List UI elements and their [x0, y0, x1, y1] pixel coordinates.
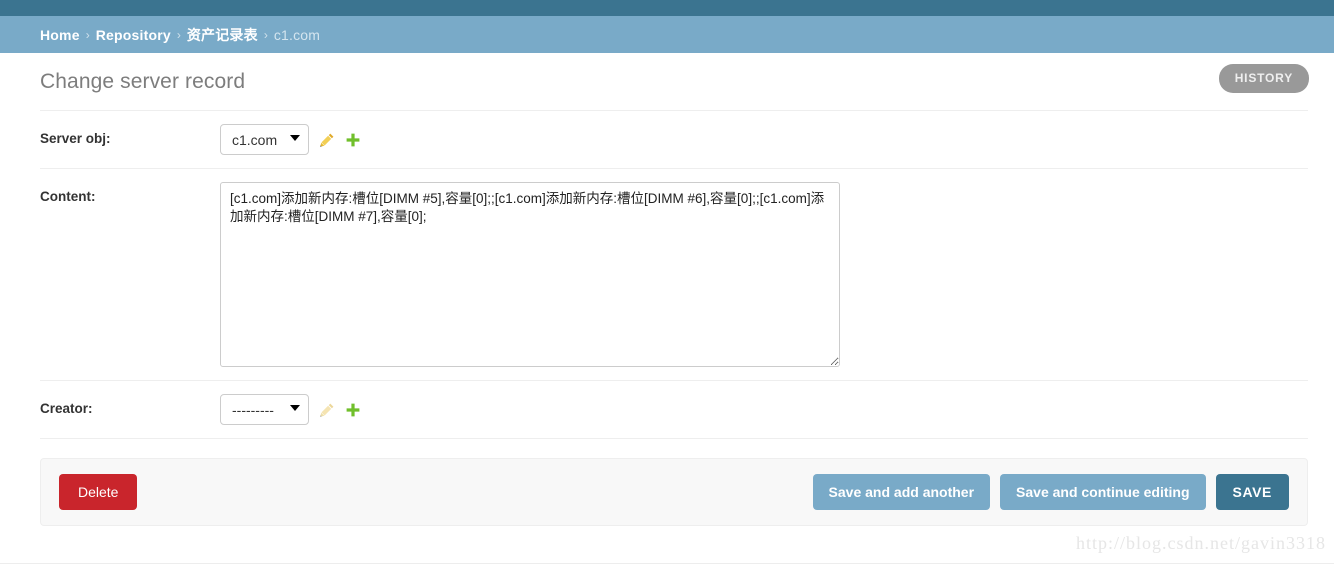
creator-select-wrapper: --------- [220, 394, 309, 425]
save-and-continue-editing-button[interactable]: Save and continue editing [1000, 474, 1206, 510]
server-obj-select-wrapper: c1.com [220, 124, 309, 155]
form-row-creator: Creator: --------- [40, 381, 1308, 439]
content-textarea[interactable] [220, 182, 840, 367]
plus-icon[interactable] [344, 394, 362, 425]
history-button[interactable]: HISTORY [1218, 64, 1309, 93]
breadcrumb-separator: › [263, 27, 268, 42]
label-creator: Creator: [40, 401, 93, 416]
breadcrumb-item-repository[interactable]: Repository [96, 27, 171, 43]
creator-select[interactable]: --------- [220, 394, 309, 425]
page-title: Change server record [40, 70, 246, 93]
top-accent-bar [0, 0, 1334, 16]
breadcrumb-item-home[interactable]: Home [40, 27, 80, 43]
watermark-text: http://blog.csdn.net/gavin3318 [1076, 533, 1326, 553]
submit-row: Delete Save and add another Save and con… [40, 458, 1308, 526]
footer-divider [0, 563, 1334, 564]
page-header: Change server record HISTORY [0, 53, 1334, 99]
label-server-obj: Server obj: [40, 131, 111, 146]
field-content [220, 182, 1308, 367]
save-button[interactable]: SAVE [1215, 474, 1289, 510]
pencil-icon[interactable] [318, 124, 336, 155]
server-obj-select[interactable]: c1.com [220, 124, 309, 155]
pencil-icon[interactable] [318, 394, 336, 425]
label-content: Content: [40, 189, 96, 204]
change-form: Server obj: c1.com Content: [c1.com]添加新内… [40, 110, 1308, 439]
breadcrumb: Home › Repository › 资产记录表 › c1.com [0, 16, 1334, 53]
form-row-server-obj: Server obj: c1.com [40, 110, 1308, 169]
form-row-content: Content: [40, 169, 1308, 381]
breadcrumb-item-current: c1.com [273, 26, 321, 43]
breadcrumb-separator: › [176, 27, 181, 42]
breadcrumb-separator: › [85, 27, 90, 42]
delete-button[interactable]: Delete [59, 474, 138, 510]
save-and-add-another-button[interactable]: Save and add another [812, 474, 991, 510]
field-server-obj: c1.com [220, 124, 1308, 155]
field-creator: --------- [220, 394, 1308, 425]
breadcrumb-item-asset-record-table[interactable]: 资产记录表 [187, 25, 258, 45]
plus-icon[interactable] [344, 124, 362, 155]
